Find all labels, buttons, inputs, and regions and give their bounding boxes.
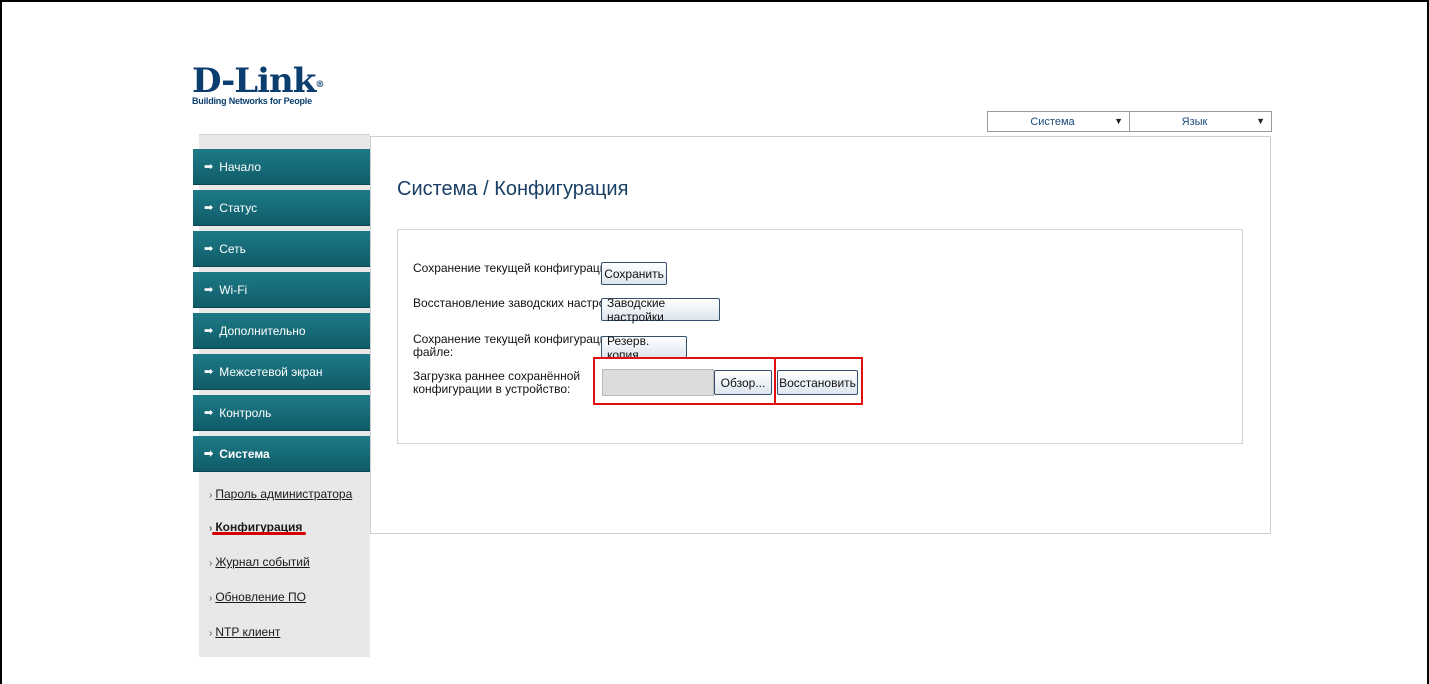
sidebar-item-firewall[interactable]: ➡ Межсетевой экран (193, 354, 370, 390)
factory-reset-button[interactable]: Заводские настройки (601, 296, 720, 324)
subitem-label: Журнал событий (215, 555, 310, 569)
arrow-right-icon: ➡ (204, 407, 214, 419)
save-config-label: Сохранение текущей конфигурации: (413, 261, 617, 275)
top-select-bar: Система ▼ Язык ▼ (987, 111, 1272, 132)
system-select-label: Система (1030, 115, 1075, 128)
restore-label: Загрузка раннее сохранённой конфигурации… (413, 370, 580, 396)
arrow-right-icon: ➡ (204, 202, 214, 214)
subitem-label: Обновление ПО (215, 590, 306, 604)
sidebar-item-status[interactable]: ➡ Статус (193, 190, 370, 226)
logo-registered-mark: ® (315, 80, 324, 90)
sidebar-item-network[interactable]: ➡ Сеть (193, 231, 370, 267)
sidebar-item-label: Начало (219, 159, 262, 174)
sidebar-item-label: Сеть (219, 241, 246, 256)
sidebar-item-system[interactable]: ➡ Система (193, 436, 370, 472)
backup-label: Сохранение текущей конфигурации в файле: (413, 333, 623, 359)
bullet-icon: › (209, 490, 213, 501)
subitem-label: NTP клиент (215, 625, 281, 639)
arrow-right-icon: ➡ (204, 243, 214, 255)
logo-tagline: Building Networks for People (192, 96, 312, 106)
sidebar-item-label: Дополнительно (219, 323, 306, 338)
frame-left-border (0, 0, 2, 684)
sidebar-item-label: Система (219, 446, 270, 461)
logo-name: D-Link (192, 61, 316, 101)
subitem-ntp-client[interactable]: › NTP клиент (209, 625, 280, 639)
subitem-admin-password[interactable]: › Пароль администратора (209, 487, 352, 501)
frame-top-border (0, 0, 1429, 2)
backup-label-line2: файле: (413, 345, 454, 359)
backup-button[interactable]: Резерв. копия (601, 334, 687, 362)
bullet-icon: › (209, 628, 213, 639)
page-title: Система / Конфигурация (397, 178, 629, 200)
arrow-right-icon: ➡ (204, 448, 214, 460)
language-select[interactable]: Язык ▼ (1129, 112, 1271, 131)
sidebar-item-label: Контроль (219, 405, 272, 420)
subitem-label: Пароль администратора (215, 487, 353, 501)
subitem-event-log[interactable]: › Журнал событий (209, 555, 310, 569)
chevron-down-icon: ▼ (1114, 116, 1123, 126)
sidebar-item-label: Межсетевой экран (219, 364, 323, 379)
chevron-down-icon: ▼ (1256, 116, 1265, 126)
sidebar-item-control[interactable]: ➡ Контроль (193, 395, 370, 431)
save-button[interactable]: Сохранить (601, 262, 667, 285)
factory-reset-label: Восстановление заводских настроек: (413, 296, 621, 310)
arrow-right-icon: ➡ (204, 366, 214, 378)
bullet-icon: › (209, 593, 213, 604)
arrow-right-icon: ➡ (204, 325, 214, 337)
sidebar-item-advanced[interactable]: ➡ Дополнительно (193, 313, 370, 349)
bullet-icon: › (209, 558, 213, 569)
system-select[interactable]: Система ▼ (988, 112, 1129, 131)
sidebar-item-start[interactable]: ➡ Начало (193, 149, 370, 185)
arrow-right-icon: ➡ (204, 161, 214, 173)
dlink-logo: D-Link® Building Networks for People (192, 61, 324, 106)
highlight-box-restore (774, 357, 863, 405)
sidebar-item-wifi[interactable]: ➡ Wi-Fi (193, 272, 370, 308)
subitem-firmware-update[interactable]: › Обновление ПО (209, 590, 306, 604)
arrow-right-icon: ➡ (204, 284, 214, 296)
sidebar-item-label: Wi-Fi (219, 282, 248, 297)
restore-label-line2: конфигурации в устройство: (413, 382, 571, 396)
highlight-box-file (593, 357, 776, 405)
language-select-label: Язык (1181, 115, 1208, 128)
sidebar-item-label: Статус (219, 200, 258, 215)
active-item-red-underline (212, 532, 306, 535)
